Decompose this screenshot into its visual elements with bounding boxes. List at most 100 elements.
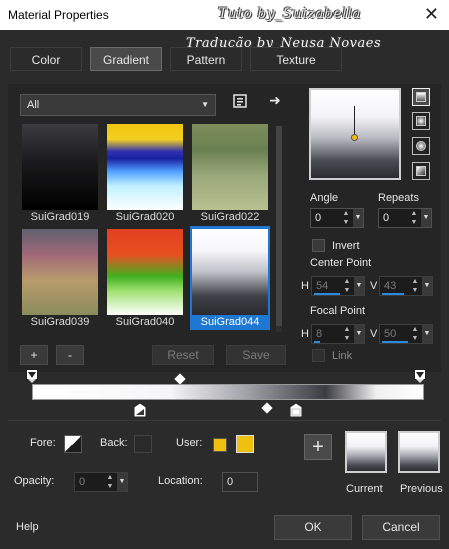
chevron-down-icon[interactable]: ▼	[354, 277, 364, 295]
invert-checkbox[interactable]	[312, 239, 325, 252]
gradient-item-selected[interactable]: SuiGrad044	[190, 226, 270, 330]
color-stop-handle[interactable]	[134, 403, 146, 417]
current-label: Current	[346, 483, 383, 495]
remove-gradient-button[interactable]: -	[56, 345, 84, 365]
location-label: Location:	[158, 475, 203, 487]
sunburst-style-glyph	[416, 166, 426, 176]
focal-h-spinner[interactable]: 8 ▲ ▼ ▼	[311, 324, 365, 344]
window-title: Material Properties	[8, 8, 109, 22]
gradient-item[interactable]: SuiGrad020	[105, 121, 185, 225]
chevron-down-icon[interactable]: ▼	[422, 277, 432, 295]
current-swatch[interactable]	[345, 431, 387, 473]
spin-updown-icon[interactable]: ▲ ▼	[410, 277, 420, 295]
spin-updown-icon[interactable]: ▲ ▼	[410, 325, 420, 343]
gradient-item[interactable]: SuiGrad022	[190, 121, 270, 225]
color-midpoint-handle[interactable]	[261, 402, 273, 414]
user-color-button[interactable]	[213, 438, 227, 452]
spin-updown-icon[interactable]: ▲ ▼	[342, 325, 352, 343]
angle-value: 0	[315, 212, 322, 224]
location-value: 0	[227, 476, 234, 488]
add-swatch-button[interactable]: +	[304, 434, 332, 460]
gradient-item[interactable]: SuiGrad040	[105, 226, 185, 330]
linear-style-icon[interactable]	[412, 88, 430, 106]
watermark-line-1: Tuto by_Suizabella	[218, 6, 362, 22]
gradient-preview[interactable]	[309, 88, 401, 180]
tab-color[interactable]: Color	[10, 47, 82, 71]
tab-texture[interactable]: Texture	[250, 47, 342, 71]
gradient-scrollbar[interactable]	[276, 126, 282, 332]
focal-v-value: 50	[384, 328, 397, 340]
focal-h-label: H	[301, 328, 309, 340]
arrow-right-icon[interactable]: ➜	[266, 92, 284, 112]
chevron-down-icon[interactable]: ▼	[421, 209, 431, 227]
gradient-label: SuiGrad040	[115, 316, 175, 328]
gradient-label: SuiGrad039	[30, 316, 90, 328]
center-h-value: 54	[316, 280, 329, 292]
spin-updown-icon[interactable]: ▲ ▼	[341, 209, 351, 227]
center-point-handle[interactable]	[351, 134, 358, 141]
opacity-stop-handle[interactable]	[26, 369, 38, 383]
color-stop-handle-selected[interactable]	[290, 403, 302, 417]
link-checkbox[interactable]	[312, 349, 325, 362]
focal-h-value: 8	[316, 328, 323, 340]
focal-point-label: Focal Point	[310, 305, 366, 317]
spin-updown-icon[interactable]: ▲ ▼	[409, 209, 419, 227]
library-dropdown[interactable]: All ▼	[20, 94, 216, 116]
center-v-label: V	[370, 280, 378, 292]
location-field[interactable]: 0	[222, 472, 258, 492]
spin-updown-icon[interactable]: ▲ ▼	[342, 277, 352, 295]
chevron-down-icon[interactable]: ▼	[117, 473, 127, 491]
gradient-item[interactable]: SuiGrad039	[20, 226, 100, 330]
save-button[interactable]: Save	[226, 345, 286, 365]
fore-color-swatch[interactable]	[64, 435, 82, 453]
back-label: Back:	[100, 437, 128, 449]
focal-v-spinner[interactable]: 50 ▲ ▼ ▼	[379, 324, 433, 344]
chevron-down-icon[interactable]: ▼	[354, 325, 364, 343]
tab-gradient[interactable]: Gradient	[90, 47, 162, 71]
center-h-spinner[interactable]: 54 ▲ ▼ ▼	[311, 276, 365, 296]
tab-pattern[interactable]: Pattern	[170, 47, 242, 71]
sunburst-style-icon[interactable]	[412, 162, 430, 180]
angle-spinner[interactable]: 0 ▲ ▼ ▼	[310, 208, 364, 228]
reset-button[interactable]: Reset	[152, 345, 214, 365]
opacity-stop-handle[interactable]	[414, 369, 426, 383]
gradient-swatch	[192, 124, 268, 210]
gradient-grid: SuiGrad019 SuiGrad020 SuiGrad022 SuiGrad…	[20, 121, 272, 331]
gradient-swatch	[107, 229, 183, 315]
rectangular-style-glyph	[416, 116, 426, 126]
add-gradient-button[interactable]: +	[20, 345, 48, 365]
opacity-spinner[interactable]: 0 ▲ ▼ ▼	[74, 472, 128, 492]
focal-v-label: V	[370, 328, 378, 340]
rectangular-style-icon[interactable]	[412, 112, 430, 130]
center-v-spinner[interactable]: 43 ▲ ▼ ▼	[379, 276, 433, 296]
gradient-swatch	[107, 124, 183, 210]
radial-style-glyph	[416, 141, 426, 151]
chevron-down-icon[interactable]: ▼	[353, 209, 363, 227]
chevron-down-icon[interactable]: ▼	[422, 325, 432, 343]
repeats-value: 0	[383, 212, 390, 224]
library-dropdown-value: All	[27, 99, 40, 111]
user-color-swatch[interactable]	[236, 435, 254, 453]
angle-handle-line	[354, 106, 355, 136]
focal-v-bar	[382, 341, 408, 343]
opacity-value: 0	[79, 476, 86, 488]
center-h-label: H	[301, 280, 309, 292]
gradient-swatch	[192, 229, 268, 315]
gradient-editor-strip[interactable]	[32, 384, 424, 400]
close-icon[interactable]: ✕	[424, 4, 439, 24]
gradient-label: SuiGrad044	[200, 316, 260, 328]
section-divider	[8, 420, 441, 421]
opacity-midpoint-handle[interactable]	[174, 373, 186, 385]
repeats-spinner[interactable]: 0 ▲ ▼ ▼	[378, 208, 432, 228]
previous-swatch[interactable]	[398, 431, 440, 473]
fore-label: Fore:	[30, 437, 56, 449]
radial-style-icon[interactable]	[412, 137, 430, 155]
cancel-button[interactable]: Cancel	[362, 515, 440, 540]
ok-button[interactable]: OK	[274, 515, 352, 540]
scrollbar-thumb[interactable]	[276, 126, 282, 326]
help-link[interactable]: Help	[16, 521, 39, 533]
spin-updown-icon[interactable]: ▲ ▼	[105, 473, 115, 491]
back-color-swatch[interactable]	[134, 435, 152, 453]
library-icon[interactable]	[232, 93, 248, 111]
gradient-item[interactable]: SuiGrad019	[20, 121, 100, 225]
